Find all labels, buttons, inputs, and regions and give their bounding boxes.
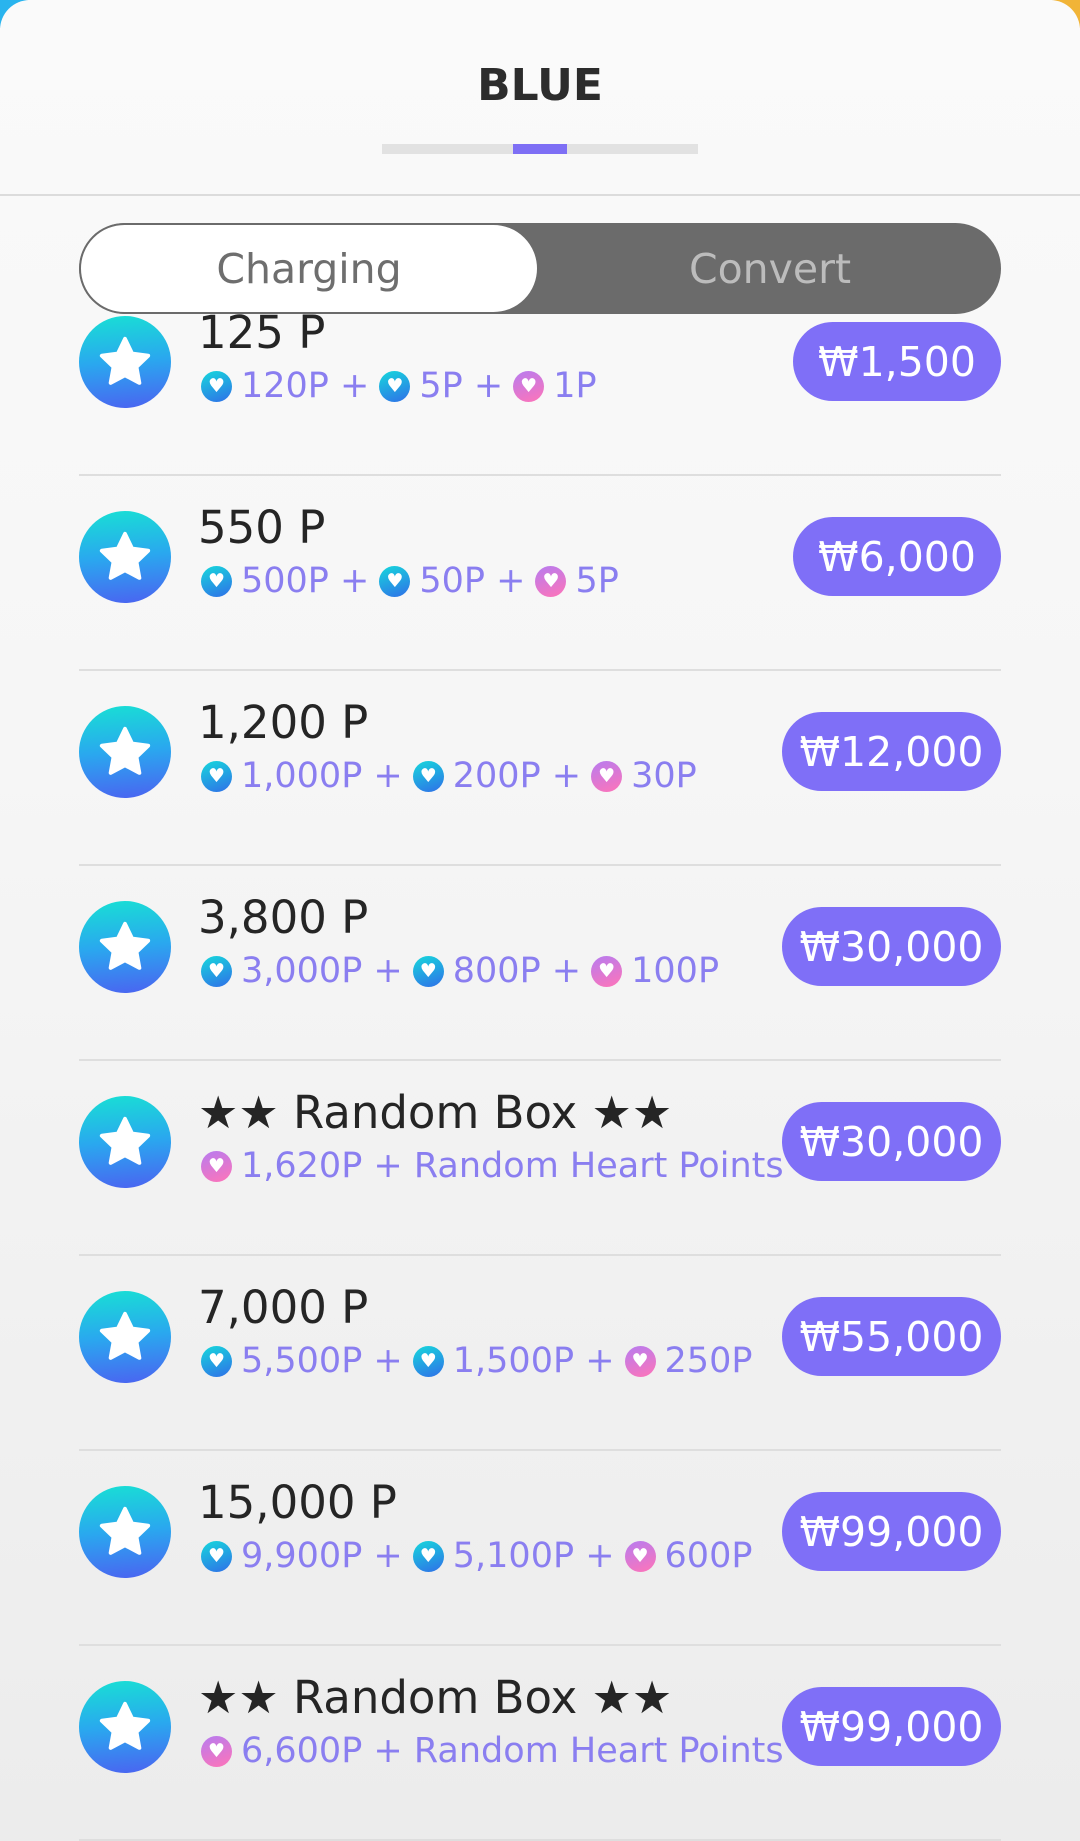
pink-heart-icon — [201, 1150, 232, 1182]
breakdown-part: 9,900P + — [241, 1536, 403, 1576]
page-indicator-active — [513, 144, 567, 154]
blue-heart-icon — [201, 1540, 232, 1572]
breakdown-part: 5,100P + — [452, 1536, 615, 1576]
tab-charging[interactable]: Charging — [79, 223, 539, 314]
page-indicator — [382, 144, 698, 154]
breakdown-part: 5,500P + — [241, 1341, 403, 1381]
page-title: BLUE — [477, 60, 603, 111]
price-button[interactable]: ₩1,500 — [793, 322, 1001, 401]
breakdown-part: 50P + — [419, 561, 526, 601]
product-title: 3,800 P — [198, 891, 369, 944]
breakdown-part: 5P + — [419, 366, 504, 406]
product-breakdown: 1,620P + Random Heart Points — [201, 1146, 794, 1186]
sheet-header: BLUE — [0, 0, 1080, 196]
breakdown-part: 250P — [664, 1341, 753, 1381]
pink-heart-icon — [513, 370, 545, 402]
product-title: ★★ Random Box ★★ — [198, 1671, 673, 1724]
product-row[interactable]: 7,000 P 5,500P + 1,500P + 250P ₩55,000 — [79, 1256, 1001, 1451]
star-icon — [79, 1486, 171, 1578]
breakdown-part: 1P — [553, 366, 597, 406]
product-breakdown: 120P + 5P + 1P — [201, 366, 607, 406]
product-breakdown: 3,000P + 800P + 100P — [201, 951, 729, 991]
pink-heart-icon — [591, 760, 623, 792]
price-button[interactable]: ₩30,000 — [782, 1102, 1001, 1181]
product-breakdown: 6,600P + Random Heart Points — [201, 1731, 794, 1771]
price-button[interactable]: ₩6,000 — [793, 517, 1001, 596]
blue-heart-icon — [201, 955, 232, 987]
breakdown-part: 100P — [631, 951, 720, 991]
star-icon — [79, 1291, 171, 1383]
price-button[interactable]: ₩30,000 — [782, 907, 1001, 986]
breakdown-part: 3,000P + — [241, 951, 403, 991]
blue-heart-icon — [201, 565, 232, 597]
blue-heart-icon — [412, 1540, 444, 1572]
pink-heart-icon — [624, 1345, 656, 1377]
product-row[interactable]: 550 P 500P + 50P + 5P ₩6,000 — [79, 476, 1001, 671]
product-breakdown: 5,500P + 1,500P + 250P — [201, 1341, 762, 1381]
blue-heart-icon — [412, 955, 444, 987]
blue-heart-icon — [379, 370, 411, 402]
breakdown-part: 6,600P + Random Heart Points — [241, 1731, 784, 1771]
breakdown-part: 120P + — [241, 366, 370, 406]
breakdown-part: 1,000P + — [241, 756, 403, 796]
blue-heart-icon — [201, 1345, 232, 1377]
price-button[interactable]: ₩55,000 — [782, 1297, 1001, 1376]
breakdown-part: 600P — [664, 1536, 753, 1576]
breakdown-part: 800P + — [452, 951, 582, 991]
breakdown-part: 1,500P + — [452, 1341, 615, 1381]
product-row[interactable]: 125 P 120P + 5P + 1P ₩1,500 — [79, 306, 1001, 476]
star-icon — [79, 1681, 171, 1773]
breakdown-part: 200P + — [452, 756, 582, 796]
blue-heart-icon — [412, 760, 444, 792]
star-icon — [79, 511, 171, 603]
pink-heart-icon — [624, 1540, 656, 1572]
price-button[interactable]: ₩99,000 — [782, 1687, 1001, 1766]
product-row[interactable]: 15,000 P 9,900P + 5,100P + 600P ₩99,000 — [79, 1451, 1001, 1646]
breakdown-part: 30P — [631, 756, 697, 796]
pink-heart-icon — [591, 955, 623, 987]
blue-heart-icon — [201, 760, 232, 792]
product-title: 1,200 P — [198, 696, 369, 749]
tab-convert[interactable]: Convert — [539, 223, 1001, 314]
product-title: ★★ Random Box ★★ — [198, 1086, 673, 1139]
blue-heart-icon — [412, 1345, 444, 1377]
product-breakdown: 500P + 50P + 5P — [201, 561, 629, 601]
star-icon — [79, 1096, 171, 1188]
product-row[interactable]: 1,200 P 1,000P + 200P + 30P ₩12,000 — [79, 671, 1001, 866]
product-title: 550 P — [198, 501, 326, 554]
product-list: 125 P120P +5P +1P₩1,500550 P500P +50P +5… — [79, 306, 1001, 1841]
product-row[interactable]: 3,800 P 3,000P + 800P + 100P ₩30,000 — [79, 866, 1001, 1061]
product-title: 15,000 P — [198, 1476, 397, 1529]
product-row[interactable]: ★★ Random Box ★★ 6,600P + Random Heart Po… — [79, 1646, 1001, 1841]
price-button[interactable]: ₩12,000 — [782, 712, 1001, 791]
star-icon — [79, 901, 171, 993]
product-breakdown: 1,000P + 200P + 30P — [201, 756, 707, 796]
breakdown-part: 5P — [575, 561, 619, 601]
breakdown-part: 500P + — [241, 561, 370, 601]
breakdown-part: 1,620P + Random Heart Points — [241, 1146, 784, 1186]
charge-sheet: BLUE Charging Convert 125 P 120P + 5P + 1P ₩… — [0, 0, 1080, 1841]
blue-heart-icon — [201, 370, 232, 402]
product-title: 125 P — [198, 306, 326, 359]
star-icon — [79, 706, 171, 798]
pink-heart-icon — [201, 1735, 232, 1767]
price-button[interactable]: ₩99,000 — [782, 1492, 1001, 1571]
product-row[interactable]: ★★ Random Box ★★ 1,620P + Random Heart Po… — [79, 1061, 1001, 1256]
mode-toggle: Charging Convert — [79, 223, 1001, 314]
pink-heart-icon — [535, 565, 567, 597]
star-icon — [79, 316, 171, 408]
product-breakdown: 9,900P + 5,100P + 600P — [201, 1536, 762, 1576]
product-title: 7,000 P — [198, 1281, 369, 1334]
blue-heart-icon — [379, 565, 411, 597]
